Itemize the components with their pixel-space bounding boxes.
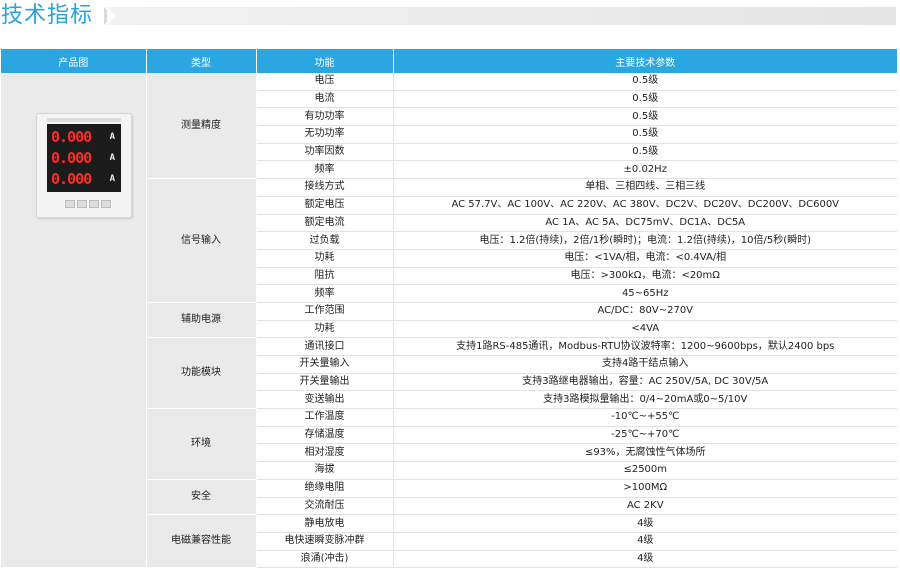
section-header: 技术指标 — [0, 0, 900, 32]
col-header-image: 产品图 — [1, 49, 147, 73]
category-cell: 辅助电源 — [146, 302, 257, 339]
function-cell: 额定电压 — [256, 196, 394, 215]
function-cell: 功耗 — [256, 249, 394, 268]
param-value-cell: 支持1路RS-485通讯，Modbus-RTU协议波特率：1200~9600bp… — [393, 337, 897, 356]
function-cell: 相对湿度 — [256, 443, 394, 463]
function-cell: 海拔 — [256, 461, 394, 480]
category-cell: 信号输入 — [146, 178, 257, 303]
param-value-cell: 0.5级 — [393, 107, 897, 127]
category-cell: 功能模块 — [146, 337, 257, 410]
param-value-cell: -25℃~+70℃ — [393, 426, 897, 445]
param-value-cell: -10℃~+55℃ — [393, 408, 897, 427]
meter-label-strip — [47, 118, 121, 122]
param-value-cell: 支持3路继电器输出，容量：AC 250V/5A, DC 30V/5A — [393, 373, 897, 392]
param-value-cell: 电压：>300kΩ，电流：<20mΩ — [393, 267, 897, 286]
param-value-cell: 支持3路模拟量输出：0/4~20mA或0~5/10V — [393, 390, 897, 410]
product-image-cell: 0.000 A 0.000 A 0.000 A — [1, 73, 147, 569]
function-cell: 阻抗 — [256, 267, 394, 286]
category-cell: 安全 — [146, 479, 257, 516]
table-row: 0.000 A 0.000 A 0.000 A 测量精度 电压 0.5级 — [1, 73, 897, 569]
function-cell: 工作温度 — [256, 408, 394, 427]
param-value-cell: 0.5级 — [393, 90, 897, 109]
param-value-cell: AC 2KV — [393, 497, 897, 516]
category-cell: 环境 — [146, 408, 257, 480]
category-cell: 测量精度 — [146, 73, 257, 180]
param-value-cell: >100MΩ — [393, 479, 897, 498]
spec-table: 产品图 类型 功能 主要技术参数 0.000 A 0.000 A 0.000 A 测量… — [1, 49, 897, 569]
param-value-cell: 4级 — [393, 550, 897, 569]
param-value-cell: AC 57.7V、AC 100V、AC 220V、AC 380V、DC2V、DC… — [393, 196, 897, 215]
col-header-function: 功能 — [256, 49, 394, 73]
col-header-params: 主要技术参数 — [393, 49, 897, 73]
param-value-cell: 45~65Hz — [393, 284, 897, 303]
meter-reading-2: 0.000 A — [51, 149, 115, 167]
function-cell: 额定电流 — [256, 214, 394, 233]
param-value-cell: AC/DC：80V~270V — [393, 302, 897, 321]
meter-display: 0.000 A 0.000 A 0.000 A — [47, 124, 121, 192]
function-cell: 开关量输出 — [256, 373, 394, 392]
function-cell: 存储温度 — [256, 426, 394, 445]
param-value-cell: ±0.02Hz — [393, 160, 897, 180]
meter-button-icon — [77, 200, 87, 208]
page-title: 技术指标 — [1, 3, 94, 28]
param-value-cell: 4级 — [393, 532, 897, 551]
meter-button-icon — [89, 200, 99, 208]
param-value-cell: 电压：<1VA/相，电流：<0.4VA/相 — [393, 249, 897, 268]
param-value-cell: <4VA — [393, 320, 897, 339]
chevron-notch — [107, 7, 116, 25]
param-value-cell: 0.5级 — [393, 143, 897, 162]
param-value-cell: ≤93%，无腐蚀性气体场所 — [393, 443, 897, 463]
function-cell: 浪涌(冲击) — [256, 550, 394, 569]
category-cell: 电磁兼容性能 — [146, 514, 257, 569]
function-cell: 开关量输入 — [256, 355, 394, 374]
meter-button-icon — [65, 200, 75, 208]
function-cell: 电压 — [256, 73, 394, 91]
function-cell: 变送输出 — [256, 390, 394, 410]
param-value-cell: 单相、三相四线、三相三线 — [393, 178, 897, 197]
param-value-cell: 4级 — [393, 514, 897, 533]
function-cell: 交流耐压 — [256, 497, 394, 516]
function-cell: 静电放电 — [256, 514, 394, 533]
function-cell: 接线方式 — [256, 178, 394, 197]
header-bar — [107, 7, 896, 25]
function-cell: 过负载 — [256, 231, 394, 250]
function-cell: 有功功率 — [256, 107, 394, 127]
function-cell: 频率 — [256, 284, 394, 303]
meter-button-icon — [101, 200, 111, 208]
meter-reading-3: 0.000 A — [51, 170, 115, 188]
function-cell: 绝缘电阻 — [256, 479, 394, 498]
meter-product-image: 0.000 A 0.000 A 0.000 A — [36, 113, 132, 218]
function-cell: 频率 — [256, 160, 394, 180]
col-header-type: 类型 — [146, 49, 257, 73]
meter-reading-1: 0.000 A — [51, 128, 115, 146]
param-value-cell: AC 1A、AC 5A、DC75mV、DC1A、DC5A — [393, 214, 897, 233]
param-value-cell: 0.5级 — [393, 73, 897, 91]
param-value-cell: ≤2500m — [393, 461, 897, 480]
param-value-cell: 支持4路干结点输入 — [393, 355, 897, 374]
param-value-cell: 0.5级 — [393, 125, 897, 144]
function-cell: 无功功率 — [256, 125, 394, 144]
function-cell: 工作范围 — [256, 302, 394, 321]
function-cell: 功耗 — [256, 320, 394, 339]
table-header-row: 产品图 类型 功能 主要技术参数 — [1, 49, 897, 73]
param-value-cell: 电压：1.2倍(持续)，2倍/1秒(瞬时)；电流：1.2倍(持续)，10倍/5秒… — [393, 231, 897, 250]
table-body: 0.000 A 0.000 A 0.000 A 测量精度 电压 0.5级 电流 0.5级 有功功… — [1, 73, 897, 569]
meter-buttons — [65, 198, 113, 214]
function-cell: 通讯接口 — [256, 337, 394, 356]
function-cell: 电流 — [256, 90, 394, 109]
function-cell: 电快速瞬变脉冲群 — [256, 532, 394, 551]
function-cell: 功率因数 — [256, 143, 394, 162]
